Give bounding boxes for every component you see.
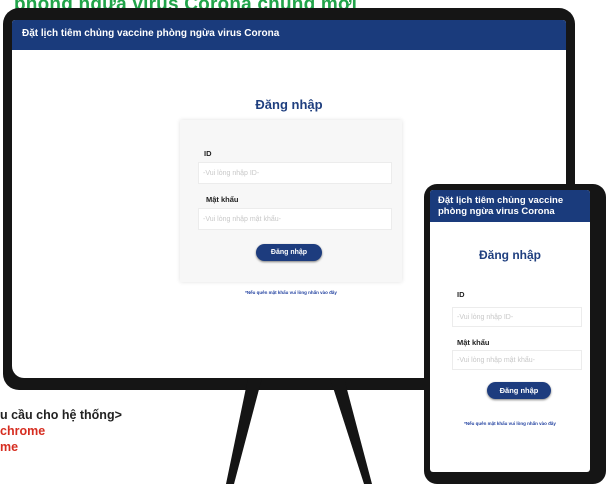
login-card: ID -Vui lòng nhập ID- Mật khẩu -Vui lòng… bbox=[180, 120, 402, 282]
requirements-line-2: chrome bbox=[0, 424, 46, 438]
requirements-line-3: me bbox=[0, 440, 19, 454]
monitor-stand bbox=[226, 378, 372, 484]
id-input[interactable]: -Vui lòng nhập ID- bbox=[198, 162, 392, 184]
password-label: Mật khẩu bbox=[206, 195, 239, 204]
app-header: Đặt lịch tiêm chủng vaccine phòng ngừa v… bbox=[12, 20, 566, 50]
login-title: Đăng nhập bbox=[255, 97, 323, 112]
mobile-screen: Đặt lịch tiêm chủng vaccine phòng ngừa v… bbox=[430, 190, 590, 472]
mobile-password-label: Mật khẩu bbox=[457, 338, 490, 347]
requirements-text: u cầu cho hệ thống> chrome me bbox=[0, 407, 122, 455]
mobile-app-title: Đặt lịch tiêm chủng vaccine phòng ngừa v… bbox=[438, 195, 564, 217]
requirements-line-1: u cầu cho hệ thống> bbox=[0, 408, 122, 422]
mobile-id-label: ID bbox=[457, 290, 465, 299]
mobile-login-button[interactable]: Đăng nhập bbox=[487, 382, 551, 399]
mobile-forgot-password-link[interactable]: *Nếu quên mật khẩu vui lòng nhấn vào đây bbox=[430, 421, 590, 426]
app-title: Đặt lịch tiêm chủng vaccine phòng ngừa v… bbox=[22, 28, 280, 39]
mobile-password-input[interactable]: -Vui lòng nhập mật khẩu- bbox=[452, 350, 582, 370]
mobile-id-input[interactable]: -Vui lòng nhập ID- bbox=[452, 307, 582, 327]
mobile-login-title: Đăng nhập bbox=[479, 248, 541, 262]
id-label: ID bbox=[204, 149, 212, 158]
login-button[interactable]: Đăng nhập bbox=[256, 244, 322, 261]
mobile-app-header: Đặt lịch tiêm chủng vaccine phòng ngừa v… bbox=[430, 190, 590, 222]
forgot-password-link[interactable]: *Nếu quên mật khẩu vui lòng nhấn vào đây bbox=[180, 290, 402, 295]
password-input[interactable]: -Vui lòng nhập mật khẩu- bbox=[198, 208, 392, 230]
